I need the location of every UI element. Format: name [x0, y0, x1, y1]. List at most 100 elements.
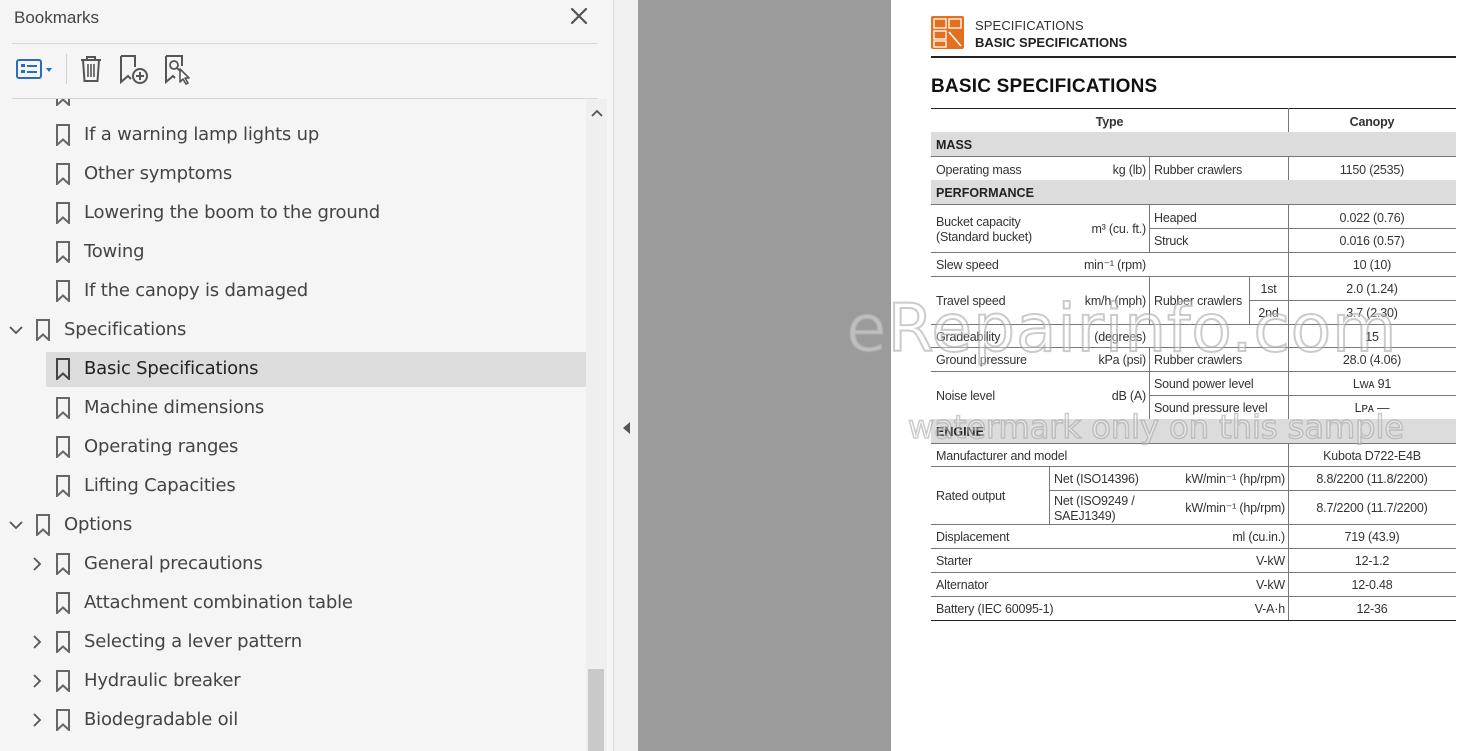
table-rule — [1249, 300, 1456, 301]
delete-bookmark-button[interactable] — [76, 52, 106, 86]
bookmark-item-operating-ranges[interactable]: Operating ranges — [0, 430, 586, 465]
scrollbar-thumb[interactable] — [588, 669, 604, 751]
bookmark-item-partial[interactable] — [0, 99, 586, 113]
options-list-icon — [16, 59, 52, 79]
bookmark-item-machine-dimensions[interactable]: Machine dimensions — [0, 391, 586, 426]
first-gear-value: 2.0 (1.24) — [1346, 282, 1398, 296]
bookmark-label: Operating ranges — [84, 436, 239, 457]
bookmark-item-biodegradable-oil[interactable]: Biodegradable oil — [0, 703, 586, 738]
chevron-right-icon[interactable] — [28, 555, 46, 573]
table-rule — [1049, 490, 1456, 491]
net-iso14396-value: 8.8/2200 (11.8/2200) — [1316, 472, 1428, 486]
chevron-down-icon[interactable] — [7, 321, 25, 339]
gradeability-value: 15 — [1365, 330, 1379, 344]
bookmark-label: Machine dimensions — [84, 397, 265, 418]
starter-label: Starter — [936, 554, 973, 568]
table-rule — [931, 347, 1456, 348]
battery-unit: V-A·h — [1254, 602, 1285, 616]
travel-speed-cond: Rubber crawlers — [1154, 294, 1243, 308]
sound-power-value: Lᴡᴀ 91 — [1352, 377, 1392, 391]
bucket-capacity-unit: m³ (cu. ft.) — [1091, 222, 1146, 236]
alternator-label: Alternator — [936, 578, 989, 592]
chevron-right-icon[interactable] — [28, 711, 46, 729]
chevron-down-icon[interactable] — [7, 516, 25, 534]
bookmark-icon — [56, 436, 70, 458]
section-performance: PERFORMANCE — [936, 186, 1034, 200]
header-subtitle: BASIC SPECIFICATIONS — [975, 35, 1128, 50]
net-iso9249-unit: kW/min⁻¹ (hp/rpm) — [1185, 501, 1285, 515]
table-rule — [931, 443, 1456, 444]
bookmark-icon — [56, 280, 70, 302]
bookmark-icon — [56, 709, 70, 731]
bookmarks-panel: Bookmarks If a warning lamp lights up Ot… — [0, 0, 613, 751]
bookmark-icon — [56, 553, 70, 575]
bookmark-item-general-precautions[interactable]: General precautions — [0, 547, 586, 582]
ground-pressure-unit: kPa (psi) — [1098, 353, 1146, 367]
bookmark-item-towing[interactable]: Towing — [0, 235, 586, 270]
delete-bookmark-icon — [81, 56, 101, 82]
bookmark-label: Lifting Capacities — [84, 475, 236, 496]
ground-pressure-value: 28.0 (4.06) — [1342, 353, 1402, 367]
starter-unit: V-kW — [1255, 554, 1285, 568]
travel-speed-label: Travel speed — [936, 294, 1006, 308]
bookmark-item-options[interactable]: Options — [0, 508, 586, 543]
bucket-capacity-sub: (Standard bucket) — [936, 230, 1032, 244]
heaped-value: 0.022 (0.76) — [1339, 211, 1405, 225]
scroll-up-icon[interactable] — [590, 107, 604, 119]
col-type-header: Type — [1095, 115, 1124, 129]
bookmark-item-hydraulic-breaker[interactable]: Hydraulic breaker — [0, 664, 586, 699]
new-bookmark-button[interactable] — [118, 52, 150, 86]
bookmark-item-attachment-combination-table[interactable]: Attachment combination table — [0, 586, 586, 621]
bookmark-item-specifications[interactable]: Specifications — [0, 313, 586, 348]
table-vline — [1149, 276, 1150, 324]
bookmark-label: If a warning lamp lights up — [84, 124, 320, 145]
sound-pressure-value: Lᴘᴀ — — [1354, 401, 1390, 415]
bookmark-icon — [56, 358, 70, 380]
section-band-mass — [931, 132, 1456, 156]
options-menu-button[interactable] — [12, 52, 58, 86]
close-panel-button[interactable] — [568, 5, 590, 27]
chevron-right-icon[interactable] — [28, 672, 46, 690]
sound-pressure-label: Sound pressure level — [1154, 401, 1268, 415]
document-page: SPECIFICATIONS BASIC SPECIFICATIONS BASI… — [891, 0, 1484, 751]
bookmark-label: Specifications — [64, 319, 187, 340]
table-rule — [931, 108, 1456, 109]
document-background — [638, 0, 891, 751]
bookmark-item-lifting-capacities[interactable]: Lifting Capacities — [0, 469, 586, 504]
battery-label: Battery (IEC 60095-1) — [936, 602, 1054, 616]
bookmark-icon — [56, 475, 70, 497]
bookmark-item-other-symptoms[interactable]: Other symptoms — [0, 157, 586, 192]
starter-value: 12-1.2 — [1354, 554, 1390, 568]
bookmark-item-lowering-the-boom-to-the-ground[interactable]: Lowering the boom to the ground — [0, 196, 586, 231]
manufacturer-value: Kubota D722-E4B — [1323, 449, 1421, 463]
ground-pressure-cond: Rubber crawlers — [1154, 353, 1243, 367]
bookmark-icon — [56, 670, 70, 692]
table-rule — [931, 252, 1456, 253]
bookmark-icon — [56, 124, 70, 146]
chevron-right-icon[interactable] — [28, 633, 46, 651]
bookmark-icon — [36, 514, 50, 536]
panel-splitter[interactable] — [613, 0, 638, 751]
table-rule — [931, 466, 1456, 467]
bookmark-item-if-a-warning-lamp-lights-up[interactable]: If a warning lamp lights up — [0, 118, 586, 153]
net-iso14396-label: Net (ISO14396) — [1054, 472, 1139, 486]
table-vline — [1149, 347, 1150, 371]
net-iso9249-value: 8.7/2200 (11.7/2200) — [1316, 501, 1428, 515]
table-rule — [931, 324, 1456, 325]
bookmarks-scrollbar[interactable] — [586, 99, 607, 751]
bookmark-label: Selecting a lever pattern — [84, 631, 302, 652]
ground-pressure-label: Ground pressure — [936, 353, 1027, 367]
bookmark-item-selecting-a-lever-pattern[interactable]: Selecting a lever pattern — [0, 625, 586, 660]
specifications-logo-icon — [931, 16, 964, 49]
displacement-label: Displacement — [936, 530, 1010, 544]
find-bookmark-button[interactable] — [162, 52, 194, 86]
table-vline — [1288, 108, 1289, 132]
bookmark-item-basic-specifications[interactable]: Basic Specifications — [46, 352, 586, 387]
table-rule — [931, 524, 1456, 525]
net-iso14396-unit: kW/min⁻¹ (hp/rpm) — [1185, 472, 1285, 486]
table-vline — [1288, 204, 1289, 252]
section-mass: MASS — [936, 138, 973, 152]
collapse-panel-icon[interactable] — [623, 422, 630, 434]
bookmark-item-if-the-canopy-is-damaged[interactable]: If the canopy is damaged — [0, 274, 586, 309]
table-vline — [1288, 371, 1289, 419]
